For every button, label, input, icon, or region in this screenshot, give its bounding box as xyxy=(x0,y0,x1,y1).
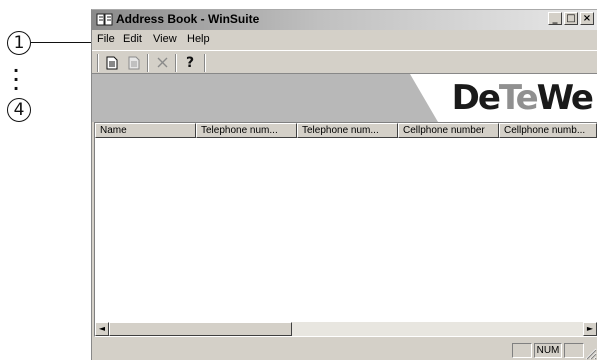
edit-entry-button[interactable] xyxy=(125,54,143,71)
delete-button[interactable] xyxy=(153,54,171,71)
menu-help[interactable]: Help xyxy=(187,33,210,45)
new-entry-button[interactable] xyxy=(103,54,121,71)
toolbar-separator xyxy=(147,54,149,72)
callout-4: 4 xyxy=(7,98,31,122)
status-pane-caps xyxy=(512,343,532,358)
status-bar: NUM xyxy=(92,340,597,361)
toolbar-grip xyxy=(97,54,99,72)
toolbar-separator xyxy=(175,54,177,72)
menu-bar: File Edit View Help xyxy=(92,31,597,49)
brand-banner: DeTeWe xyxy=(92,74,597,122)
callout-leader-line xyxy=(31,42,91,43)
column-cellphone-2[interactable]: Cellphone numb... xyxy=(499,123,597,138)
scroll-thumb[interactable] xyxy=(109,322,292,336)
edit-entry-icon xyxy=(128,56,140,69)
new-entry-icon xyxy=(106,56,118,69)
toolbar-separator xyxy=(204,54,206,72)
menu-file[interactable]: File xyxy=(97,33,115,45)
window-title: Address Book - WinSuite xyxy=(116,12,260,26)
callout-ellipsis: · · · xyxy=(13,61,20,98)
callout-1: 1 xyxy=(7,31,31,55)
menu-edit[interactable]: Edit xyxy=(123,33,142,45)
maximize-button[interactable]: □ xyxy=(564,12,578,25)
minimize-button[interactable]: _ xyxy=(548,12,562,25)
toolbar: ? xyxy=(92,50,597,74)
address-book-icon xyxy=(96,13,113,26)
detewe-logo: DeTeWe xyxy=(451,78,594,118)
help-icon: ? xyxy=(185,54,195,71)
status-pane-scroll xyxy=(564,343,584,358)
delete-icon xyxy=(157,57,167,68)
horizontal-scrollbar[interactable]: ◄ ► xyxy=(95,322,597,336)
list-header: Name Telephone num... Telephone num... C… xyxy=(95,123,597,138)
column-telephone-2[interactable]: Telephone num... xyxy=(297,123,398,138)
close-button[interactable]: × xyxy=(580,12,594,25)
scroll-left-arrow[interactable]: ◄ xyxy=(95,322,109,336)
help-button[interactable]: ? xyxy=(181,54,199,71)
title-bar[interactable]: Address Book - WinSuite _ □ × xyxy=(92,10,597,30)
column-name[interactable]: Name xyxy=(95,123,196,138)
resize-grip-icon[interactable] xyxy=(585,348,597,360)
menu-view[interactable]: View xyxy=(153,33,177,45)
callout-annotations: 1 · · · 4 xyxy=(0,0,92,360)
column-telephone-1[interactable]: Telephone num... xyxy=(196,123,297,138)
status-pane-num: NUM xyxy=(534,343,562,358)
column-cellphone-1[interactable]: Cellphone number xyxy=(398,123,499,138)
scroll-right-arrow[interactable]: ► xyxy=(583,322,597,336)
address-book-window: Address Book - WinSuite _ □ × File Edit … xyxy=(91,9,597,360)
contacts-list[interactable]: Name Telephone num... Telephone num... C… xyxy=(94,122,597,337)
